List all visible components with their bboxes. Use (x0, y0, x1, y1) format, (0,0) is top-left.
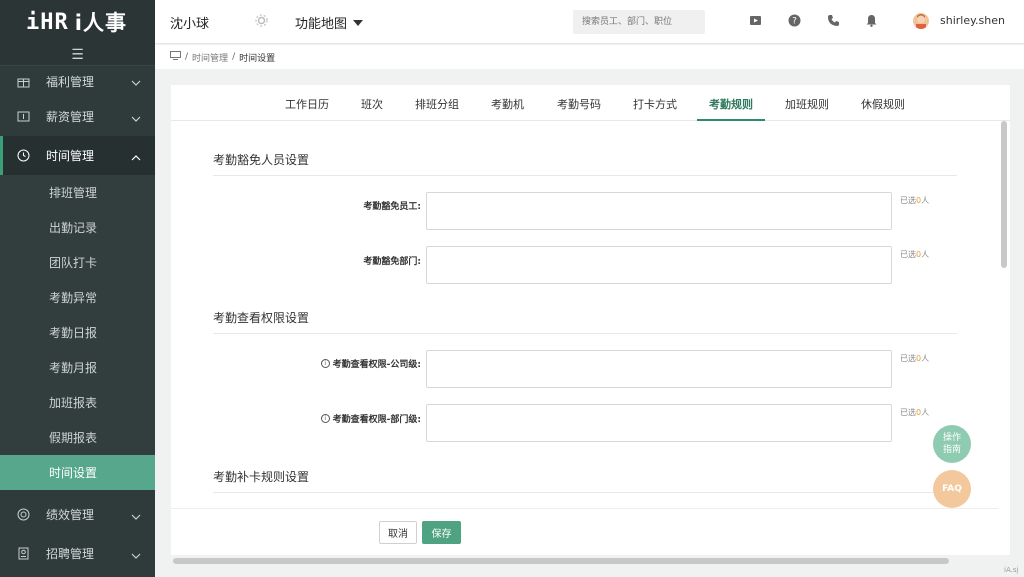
company-name[interactable]: 沈小球 (170, 13, 209, 32)
tab-schedule-groups[interactable]: 排班分组 (415, 96, 459, 112)
chevron-down-icon (131, 509, 141, 523)
breadcrumb-separator: / (232, 52, 236, 62)
logo-mark: iHR (26, 9, 69, 35)
sidebar-group-label: 招聘管理 (46, 547, 95, 561)
sidebar-item-attendance-records[interactable]: 出勤记录 (0, 210, 155, 245)
action-bar: 取消 保存 (171, 508, 998, 552)
search-input[interactable] (573, 10, 705, 34)
horizontal-scrollbar[interactable] (173, 558, 949, 564)
section-title-makeup: 考勤补卡规则设置 (213, 470, 310, 484)
video-icon[interactable] (749, 14, 763, 28)
username[interactable]: shirley.shen (940, 14, 1005, 27)
svg-text:?: ? (792, 17, 797, 27)
wallet-icon (16, 110, 30, 124)
company-permission-count: 已选0人 (900, 354, 930, 363)
sidebar-group-performance[interactable]: 绩效管理 (0, 495, 155, 534)
section-title-permission: 考勤查看权限设置 (213, 311, 310, 325)
chevron-down-icon (131, 111, 141, 125)
chevron-down-icon (131, 548, 141, 562)
department-permission-field[interactable] (426, 404, 892, 442)
sidebar-item-attendance-exceptions[interactable]: 考勤异常 (0, 280, 155, 315)
cancel-button[interactable]: 取消 (379, 521, 417, 544)
tab-shifts[interactable]: 班次 (361, 96, 383, 112)
exempt-departments-label: 考勤豁免部门: (363, 257, 421, 267)
sidebar-group-salary[interactable]: 薪资管理 (0, 97, 155, 136)
sidebar-group-label: 绩效管理 (46, 508, 95, 522)
target-icon (16, 508, 30, 522)
logo-text: i人事 (74, 11, 127, 35)
breadcrumb: / 时间管理 / 时间设置 (155, 45, 1024, 69)
operation-guide-button[interactable]: 操作 指南 (933, 425, 971, 463)
exempt-employees-field[interactable] (426, 192, 892, 230)
tab-attendance-machines[interactable]: 考勤机 (491, 96, 524, 112)
sidebar-group-label: 福利管理 (46, 75, 95, 89)
sidebar-item-daily-report[interactable]: 考勤日报 (0, 315, 155, 350)
divider (213, 175, 957, 176)
tab-bar: 工作日历 班次 排班分组 考勤机 考勤号码 打卡方式 考勤规则 加班规则 休假规… (171, 85, 1010, 121)
divider (213, 333, 957, 334)
exempt-departments-count: 已选0人 (900, 250, 930, 259)
save-button[interactable]: 保存 (422, 521, 461, 544)
chevron-up-icon (131, 150, 141, 164)
gift-icon (16, 75, 30, 89)
vertical-scrollbar[interactable] (1001, 121, 1007, 268)
sidebar-item-team-clockin[interactable]: 团队打卡 (0, 245, 155, 280)
caret-down-icon (353, 15, 364, 30)
app-logo[interactable]: iHR i人事 (0, 0, 155, 44)
function-map-dropdown[interactable]: 功能地图 (295, 13, 364, 32)
tab-attendance-numbers[interactable]: 考勤号码 (557, 96, 601, 112)
exempt-employees-label: 考勤豁免员工: (363, 202, 421, 212)
sidebar-item-overtime-report[interactable]: 加班报表 (0, 385, 155, 420)
monitor-icon[interactable] (170, 51, 181, 63)
clock-icon (16, 149, 30, 163)
active-tab-indicator (697, 119, 765, 121)
sidebar-group-time[interactable]: 时间管理 (0, 136, 155, 175)
sidebar-item-time-settings[interactable]: 时间设置 (0, 455, 155, 490)
avatar[interactable] (913, 13, 929, 29)
recruit-icon (16, 547, 30, 561)
sidebar-group-label: 时间管理 (46, 149, 95, 163)
info-icon[interactable]: i (320, 414, 330, 423)
breadcrumb-separator: / (185, 52, 189, 62)
exempt-employees-count: 已选0人 (900, 196, 930, 205)
breadcrumb-time-management[interactable]: 时间管理 (192, 51, 228, 64)
exempt-departments-field[interactable] (426, 246, 892, 284)
settings-panel: 工作日历 班次 排班分组 考勤机 考勤号码 打卡方式 考勤规则 加班规则 休假规… (171, 85, 1010, 555)
sidebar-item-monthly-report[interactable]: 考勤月报 (0, 350, 155, 385)
gear-icon[interactable] (255, 14, 268, 30)
department-permission-label: i 考勤查看权限-部门级: (201, 412, 421, 425)
sidebar: iHR i人事 ☰ 福利管理 薪资管理 时间管理 排班管理 出勤记录 团队打卡 … (0, 0, 155, 577)
department-permission-count: 已选0人 (900, 408, 930, 417)
sidebar-group-recruit[interactable]: 招聘管理 (0, 534, 155, 573)
chevron-down-icon (131, 75, 141, 89)
tab-leave-rules[interactable]: 休假规则 (861, 96, 905, 112)
tab-clockin-methods[interactable]: 打卡方式 (633, 96, 677, 112)
top-bar: 沈小球 功能地图 ? shirley.shen (155, 0, 1024, 44)
section-title-exempt: 考勤豁免人员设置 (213, 153, 310, 167)
sidebar-group-label: 薪资管理 (46, 110, 95, 124)
faq-button[interactable]: FAQ (933, 470, 971, 508)
menu-collapse-icon[interactable]: ☰ (0, 44, 155, 66)
sidebar-group-welfare[interactable]: 福利管理 (0, 66, 155, 97)
company-permission-label: i 考勤查看权限-公司级: (201, 357, 421, 370)
sidebar-item-leave-report[interactable]: 假期报表 (0, 420, 155, 455)
function-map-label: 功能地图 (295, 17, 348, 32)
help-icon[interactable]: ? (788, 14, 802, 28)
tab-work-calendar[interactable]: 工作日历 (285, 96, 329, 112)
corner-watermark: iA.sj (1004, 566, 1019, 574)
bell-icon[interactable] (865, 14, 879, 28)
divider (213, 492, 957, 493)
breadcrumb-time-settings: 时间设置 (239, 53, 276, 64)
info-icon[interactable]: i (320, 359, 330, 368)
tab-attendance-rules[interactable]: 考勤规则 (709, 96, 753, 112)
company-permission-field[interactable] (426, 350, 892, 388)
phone-icon[interactable] (827, 14, 841, 28)
sidebar-item-schedule[interactable]: 排班管理 (0, 175, 155, 210)
tab-overtime-rules[interactable]: 加班规则 (785, 96, 829, 112)
